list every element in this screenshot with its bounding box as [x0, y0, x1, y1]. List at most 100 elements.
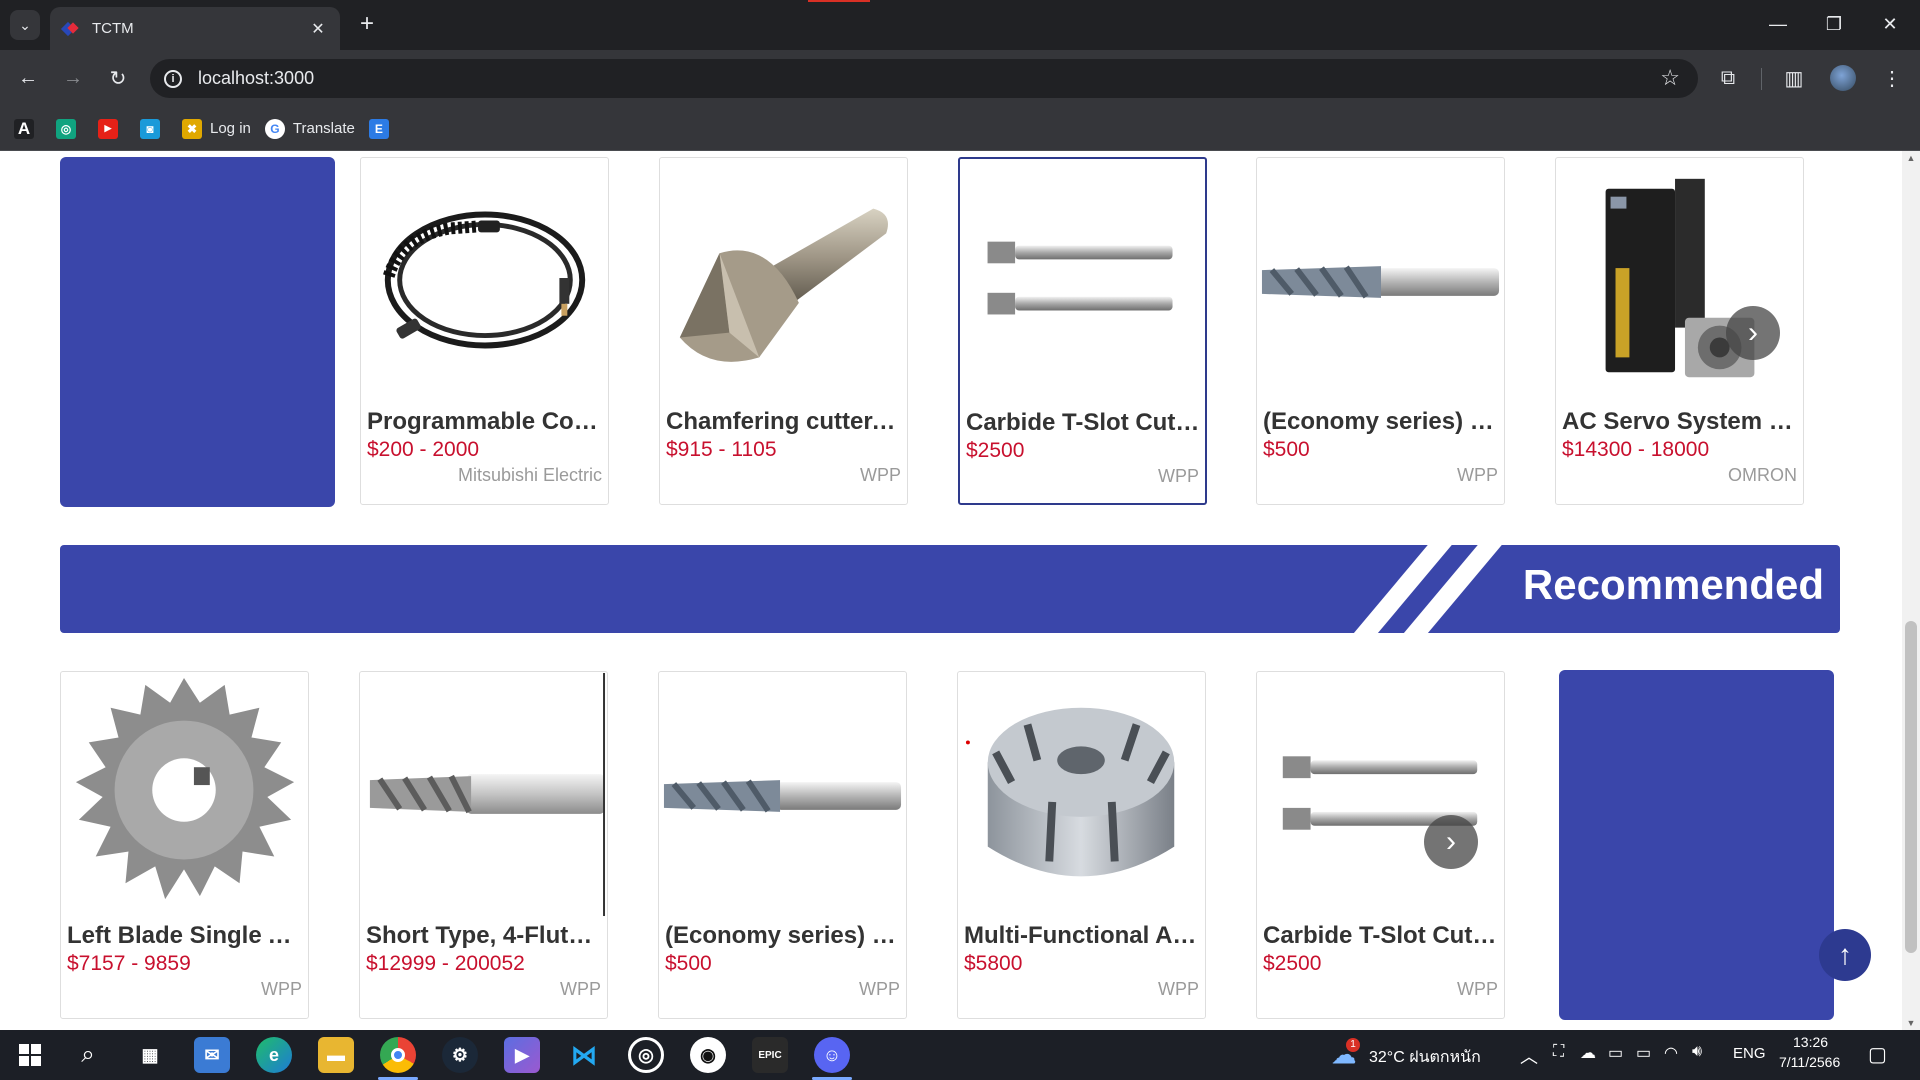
product-name: Multi-Functional AP...	[964, 922, 1200, 949]
mail-icon[interactable]: ✉	[194, 1037, 230, 1073]
promo-banner[interactable]	[1559, 670, 1834, 1020]
product-brand: Mitsubishi Electric	[457, 465, 602, 485]
extensions-icon[interactable]: ⧉	[1710, 60, 1746, 96]
bookmark-e-icon: E	[368, 118, 389, 139]
carousel-next-button[interactable]: ›	[1424, 815, 1478, 869]
bookmark-item[interactable]: ◎	[56, 114, 84, 144]
menu-kebab-icon[interactable]: ⋮	[1874, 60, 1910, 96]
product-price: $7157 - 9859	[67, 952, 191, 975]
product-card[interactable]: Left Blade Single A... $7157 - 9859 WPP	[60, 671, 309, 1019]
product-brand: OMRON	[1728, 465, 1797, 485]
clock-time[interactable]: 13:26	[1793, 1034, 1828, 1050]
scroll-up-icon[interactable]: ▲	[1906, 153, 1916, 163]
wifi-icon[interactable]: ◠	[1664, 1043, 1678, 1063]
weather-text[interactable]: 32°C ฝนตกหนัก	[1369, 1045, 1481, 1070]
tab-search-button[interactable]: ⌄	[10, 10, 40, 40]
bookmark-item[interactable]: ▶	[98, 114, 126, 144]
search-icon[interactable]: ⌕	[70, 1037, 106, 1073]
scroll-down-icon[interactable]: ▼	[1906, 1018, 1916, 1028]
product-name: Chamfering cutter, ...	[666, 408, 902, 435]
scrollbar[interactable]: ▲ ▼	[1902, 151, 1920, 1030]
bookmark-item[interactable]: E	[368, 114, 397, 144]
language-indicator[interactable]: ENG	[1733, 1045, 1766, 1062]
product-card[interactable]: (Economy series) X... $500 WPP	[1256, 157, 1505, 505]
product-price: $2500	[966, 439, 1025, 462]
bookmark-translate[interactable]: G Translate	[264, 114, 355, 144]
windows-taskbar: ⌕ ▦ ✉ e ▬ ⚙ ▶ ⋈ ◎ ◉ EPIC ☺ ☁ 1 32°C ฝนตก…	[0, 1030, 1920, 1080]
clock-date[interactable]: 7/11/2566	[1779, 1054, 1840, 1070]
github-icon[interactable]: ◉	[690, 1037, 726, 1073]
bookmark-item[interactable]: ◙	[140, 114, 168, 144]
task-view-icon[interactable]: ▦	[132, 1037, 168, 1073]
product-price: $2500	[1263, 952, 1322, 975]
battery-icon[interactable]: ▭	[1636, 1043, 1651, 1063]
vscode-icon[interactable]: ⋈	[566, 1037, 602, 1073]
product-card[interactable]: Multi-Functional AP... $5800 WPP	[957, 671, 1206, 1019]
weather-badge: 1	[1346, 1038, 1360, 1052]
product-card-selected[interactable]: Carbide T-Slot Cutt... $2500 WPP	[958, 157, 1207, 505]
close-tab-icon[interactable]: ✕	[308, 19, 328, 39]
discord-icon[interactable]: ☺	[814, 1037, 850, 1073]
flute-end-mill-image	[369, 672, 606, 917]
site-info-icon[interactable]: i	[164, 69, 182, 88]
product-brand: WPP	[1456, 465, 1498, 485]
edge-icon[interactable]: e	[256, 1037, 292, 1073]
onedrive-icon[interactable]: ☁	[1580, 1043, 1596, 1063]
product-brand: WPP	[260, 979, 302, 999]
address-bar[interactable]: i localhost:3000 ☆	[150, 59, 1698, 98]
back-button[interactable]: ←	[10, 60, 46, 96]
tab-title: TCTM	[92, 20, 134, 37]
bookmark-chatgpt-icon: ◎	[56, 118, 76, 139]
meet-now-icon[interactable]: ⛶	[1553, 1043, 1564, 1061]
bookmark-login[interactable]: ✖ Log in	[182, 114, 251, 144]
product-brand: WPP	[1157, 979, 1199, 999]
arrow-up-icon: ↑	[1838, 939, 1852, 970]
carousel-next-button[interactable]: ›	[1726, 306, 1780, 360]
product-name: Programmable Cont...	[367, 408, 603, 435]
ubisoft-icon[interactable]: ◎	[628, 1037, 664, 1073]
file-explorer-icon[interactable]: ▬	[318, 1037, 354, 1073]
product-name: Left Blade Single A...	[67, 922, 303, 949]
back-to-top-button[interactable]: ↑	[1819, 929, 1871, 981]
promo-banner[interactable]	[60, 157, 335, 507]
restore-button[interactable]: ❐	[1806, 0, 1862, 48]
bookmark-label: Translate	[292, 120, 355, 137]
browser-tab-strip: ⌄ TCTM ✕ + — ❐ ✕	[0, 0, 1920, 50]
product-price: $12999 - 200052	[366, 952, 525, 975]
product-price: $200 - 2000	[367, 438, 480, 461]
minimize-button[interactable]: —	[1750, 0, 1806, 48]
product-price: $5800	[964, 952, 1023, 975]
site-favicon-icon	[62, 21, 78, 37]
product-card[interactable]: (Economy series) X... $500 WPP	[658, 671, 907, 1019]
bookmark-bilibili-icon: ◙	[140, 118, 160, 139]
media-app-icon[interactable]: ▶	[504, 1037, 540, 1073]
product-price: $915 - 1105	[666, 438, 777, 461]
chrome-icon[interactable]	[380, 1037, 416, 1073]
chamfer-cutter-image	[679, 208, 888, 362]
display-icon[interactable]: ▭	[1608, 1043, 1623, 1063]
bookmark-star-icon[interactable]: ☆	[1660, 65, 1680, 91]
product-price: $14300 - 18000	[1562, 438, 1710, 461]
notification-icon[interactable]: ▢	[1868, 1042, 1887, 1067]
forward-button[interactable]: →	[55, 60, 91, 96]
profile-avatar[interactable]	[1830, 65, 1856, 91]
product-card[interactable]: Short Type, 4-Flute ... $12999 - 200052 …	[359, 671, 608, 1019]
tray-chevron-up-icon[interactable]: ︿	[1520, 1043, 1538, 1069]
windows-start-icon[interactable]	[12, 1037, 48, 1073]
volume-icon[interactable]: 🔊︎	[1692, 1043, 1702, 1061]
chevron-right-icon: ›	[1748, 316, 1758, 349]
steam-icon[interactable]: ⚙	[442, 1037, 478, 1073]
product-card[interactable]: Chamfering cutter, ... $915 - 1105 WPP	[659, 157, 908, 505]
saw-blade-image	[75, 677, 295, 900]
epic-games-icon[interactable]: EPIC	[752, 1037, 788, 1073]
new-tab-button[interactable]: +	[352, 10, 382, 40]
scrollbar-thumb[interactable]	[1905, 621, 1917, 953]
side-panel-icon[interactable]: ▥	[1776, 60, 1812, 96]
product-card[interactable]: Programmable Cont... $200 - 2000 Mitsubi…	[360, 157, 609, 505]
bookmark-item[interactable]: A	[14, 114, 42, 144]
product-name: AC Servo System [1...	[1562, 408, 1798, 435]
reload-button[interactable]: ↻	[100, 60, 136, 96]
bookmark-a-icon: A	[14, 118, 34, 139]
close-window-button[interactable]: ✕	[1862, 0, 1918, 48]
browser-tab[interactable]: TCTM ✕	[50, 7, 340, 50]
